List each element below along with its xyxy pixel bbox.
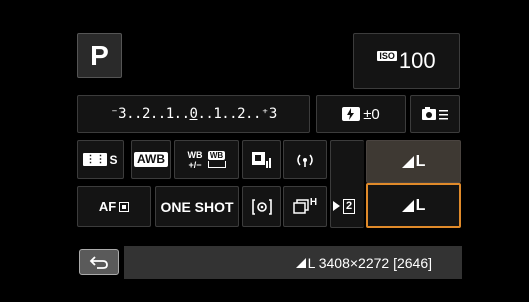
- return-arrow-icon: [89, 256, 108, 269]
- footer-info-bar: L 3408×2272 [2646]: [124, 246, 462, 279]
- card-slot-indicator[interactable]: 2: [333, 196, 356, 216]
- picture-style-value: S: [109, 152, 118, 167]
- wb-bracket-icon: WB: [207, 151, 226, 168]
- picture-style-button[interactable]: ⋮⋮ S: [77, 140, 124, 179]
- exposure-scale-right: ..1..2..⁺3: [197, 106, 277, 122]
- shooting-mode-label: P: [90, 39, 109, 71]
- quality-setting-lower[interactable]: L: [366, 183, 461, 228]
- quality-upper-value: L: [415, 152, 426, 170]
- exposure-scale-left: ⁻3..2..1..: [110, 106, 190, 122]
- wb-shift-bottom: +/−: [188, 159, 202, 170]
- flash-compensation-value: ±0: [363, 105, 380, 123]
- wb-shift-top: WB: [187, 149, 203, 160]
- white-balance-button[interactable]: AWB: [131, 140, 171, 179]
- wb-bracket-label: WB: [207, 151, 226, 160]
- exposure-scale: ⁻3..2..1..0..1..2..⁺3: [110, 106, 277, 122]
- wireless-icon: [297, 154, 313, 167]
- wireless-button[interactable]: [283, 140, 327, 179]
- drive-mode-badge: H: [309, 197, 318, 208]
- quality-jpeg-icon-selected: [401, 199, 414, 212]
- exposure-compensation-button[interactable]: ⁻3..2..1..0..1..2..⁺3: [77, 95, 310, 133]
- quality-jpeg-icon: [401, 155, 414, 168]
- flash-compensation-icon: [342, 107, 361, 121]
- drive-mode-button[interactable]: H: [283, 186, 327, 227]
- card-slot-number: 2: [343, 198, 356, 214]
- iso-value: 100: [398, 48, 436, 73]
- wb-shift-bracket-button[interactable]: WB +/− WB: [174, 140, 239, 179]
- wb-shift-icon: WB +/−: [188, 150, 203, 170]
- metering-mode-button[interactable]: [242, 186, 281, 227]
- camera-menu-icon: [422, 107, 448, 120]
- custom-controls-button[interactable]: [410, 95, 460, 133]
- footer-quality-icon: [295, 257, 306, 268]
- back-button[interactable]: [79, 249, 119, 275]
- flash-compensation-button[interactable]: ±0: [316, 95, 406, 133]
- iso-icon: ISO: [377, 51, 397, 61]
- metering-mode-icon: [251, 198, 272, 215]
- play-arrow-icon: [333, 201, 340, 211]
- picture-style-icon: ⋮⋮: [83, 153, 108, 166]
- shooting-mode-button[interactable]: P: [77, 33, 122, 78]
- quality-setting-upper[interactable]: L: [366, 140, 461, 183]
- drive-mode-icon: [293, 198, 309, 214]
- af-operation-button[interactable]: ONE SHOT: [155, 186, 239, 227]
- af-method-label: AF: [98, 199, 117, 214]
- af-operation-value: ONE SHOT: [160, 198, 234, 215]
- white-balance-value: AWB: [134, 152, 168, 167]
- auto-lighting-optimizer-icon: [251, 151, 271, 168]
- af-method-button[interactable]: AF: [77, 186, 151, 227]
- af-point-icon: [119, 201, 130, 212]
- footer-quality-text: L 3408×2272 [2646]: [307, 254, 432, 271]
- iso-button[interactable]: ISO 100: [353, 33, 460, 89]
- auto-lighting-optimizer-button[interactable]: [242, 140, 281, 179]
- quality-lower-value: L: [415, 196, 426, 214]
